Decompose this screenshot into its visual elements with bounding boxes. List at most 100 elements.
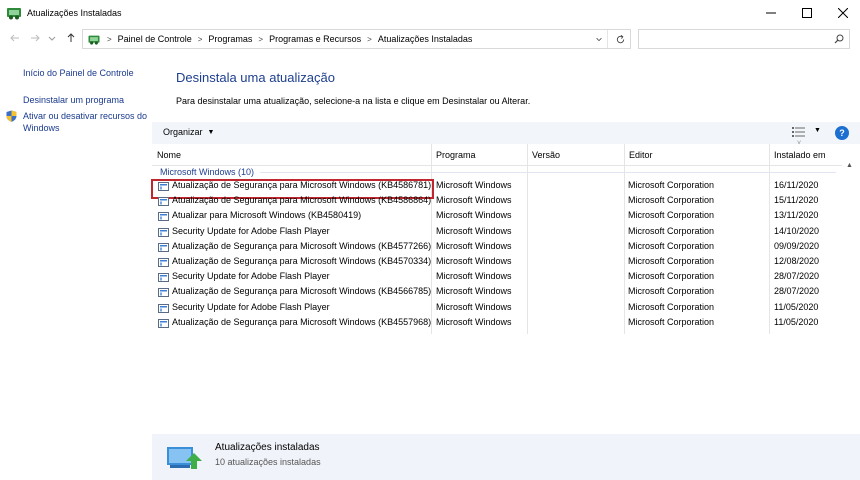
update-name: Atualizar para Microsoft Windows (KB4580… [172, 210, 362, 221]
scroll-up-icon[interactable]: ▲ [846, 162, 853, 169]
update-publisher: Microsoft Corporation [628, 316, 715, 327]
uninstall-program-link[interactable]: Desinstalar um programa [23, 94, 124, 106]
details-view-icon[interactable] [792, 126, 806, 138]
column-header-program[interactable]: Programa [431, 144, 527, 166]
update-installed-date: 09/09/2020 [774, 240, 820, 251]
breadcrumb-separator: > [197, 34, 203, 44]
list-item[interactable]: Atualização de Segurança para Microsoft … [152, 255, 842, 270]
list-item[interactable]: Security Update for Adobe Flash Player Mi… [152, 270, 842, 285]
list-item[interactable]: Atualização de Segurança para Microsoft … [152, 316, 842, 331]
view-options-caret-icon[interactable]: ▼ [814, 127, 821, 134]
address-bar[interactable]: > Painel de Controle > Programas > Progr… [82, 29, 631, 49]
group-header[interactable]: Microsoft Windows (10) [160, 165, 840, 179]
task-pane: Início do Painel de Controle Desinstalar… [0, 52, 152, 480]
list-item[interactable]: Security Update for Adobe Flash Player Mi… [152, 225, 842, 240]
breadcrumb-separator: > [367, 34, 372, 44]
update-name: Atualização de Segurança para Microsoft … [172, 255, 432, 266]
update-name: Atualização de Segurança para Microsoft … [172, 286, 432, 297]
windows-features-link[interactable]: Ativar ou desativar recursos do Windows [23, 110, 148, 134]
update-program: Microsoft Windows [436, 240, 512, 251]
updates-list: Atualização de Segurança para Microsoft … [151, 179, 842, 331]
refresh-icon [616, 34, 624, 43]
arrow-up-icon [67, 33, 75, 42]
update-installed-date: 28/07/2020 [774, 286, 820, 297]
maximize-button[interactable] [790, 0, 824, 26]
group-label: Microsoft Windows (10) [160, 167, 255, 177]
list-item[interactable]: Atualização de Segurança para Microsoft … [152, 240, 842, 255]
update-name: Security Update for Adobe Flash Player [172, 225, 330, 236]
breadcrumb-control-panel[interactable]: Painel de Controle [118, 34, 192, 44]
address-row: > Painel de Controle > Programas > Progr… [0, 26, 860, 52]
list-item[interactable]: Security Update for Adobe Flash Player Mi… [152, 301, 842, 316]
back-button[interactable] [8, 31, 22, 45]
update-installed-date: 11/05/2020 [774, 301, 819, 312]
divider [607, 30, 608, 48]
details-title: Atualizações instaladas [215, 442, 320, 453]
forward-button[interactable] [28, 31, 42, 45]
minimize-button[interactable] [754, 0, 788, 26]
column-header-publisher[interactable]: Editor [624, 144, 769, 166]
update-package-icon [158, 303, 169, 313]
update-installed-date: 12/08/2020 [774, 255, 820, 266]
update-publisher: Microsoft Corporation [628, 225, 715, 236]
update-installed-date: 28/07/2020 [774, 271, 820, 282]
chevron-down-icon [48, 36, 56, 41]
update-program: Microsoft Windows [436, 301, 512, 312]
update-name: Atualização de Segurança para Microsoft … [172, 195, 432, 206]
close-icon [838, 8, 848, 18]
help-button[interactable]: ? [835, 126, 849, 140]
search-box[interactable] [638, 29, 850, 49]
update-name: Security Update for Adobe Flash Player [172, 301, 330, 312]
command-bar: Organizar ▼ ▼ ? [152, 122, 860, 144]
arrow-left-icon [10, 34, 19, 42]
chevron-down-icon [596, 37, 602, 42]
address-dropdown-button[interactable] [594, 34, 604, 44]
list-item[interactable]: Atualização de Segurança para Microsoft … [152, 194, 842, 209]
column-header-version[interactable]: Versão [527, 144, 624, 166]
update-program: Microsoft Windows [436, 255, 512, 266]
details-pane: Atualizações instaladas 10 atualizações … [152, 434, 860, 480]
window-title: Atualizações Instaladas [27, 8, 122, 18]
page-description: Para desinstalar uma atualização, seleci… [176, 96, 531, 106]
list-item[interactable]: Atualização de Segurança para Microsoft … [152, 285, 842, 300]
group-divider [260, 171, 836, 173]
control-panel-icon [88, 35, 100, 45]
breadcrumb-programs[interactable]: Programas [208, 34, 252, 44]
search-icon[interactable] [834, 34, 844, 44]
uac-shield-icon [6, 110, 17, 122]
search-input[interactable] [645, 30, 825, 48]
list-item[interactable]: Atualizar para Microsoft Windows (KB4580… [152, 209, 842, 224]
breadcrumb-programs-features[interactable]: Programas e Recursos [269, 34, 361, 44]
title-bar: Atualizações Instaladas [0, 0, 860, 26]
vertical-scrollbar[interactable]: ▲ [842, 162, 860, 434]
installed-updates-icon [167, 447, 202, 469]
column-header-installed-on[interactable]: Instalado em [769, 144, 842, 166]
minimize-icon [766, 12, 776, 14]
update-program: Microsoft Windows [436, 271, 512, 282]
update-installed-date: 14/10/2020 [774, 225, 820, 236]
recent-locations-button[interactable] [47, 31, 57, 45]
update-installed-date: 13/11/2020 [774, 210, 819, 221]
up-button[interactable] [64, 31, 78, 45]
list-item[interactable]: Atualização de Segurança para Microsoft … [151, 179, 842, 200]
update-package-icon [158, 318, 169, 328]
update-program: Microsoft Windows [436, 286, 512, 297]
update-package-icon [158, 182, 169, 191]
update-name: Security Update for Adobe Flash Player [172, 271, 330, 282]
update-installed-date: 15/11/2020 [774, 195, 819, 206]
organize-button[interactable]: Organizar ▼ [163, 127, 214, 137]
update-publisher: Microsoft Corporation [628, 271, 715, 282]
close-button[interactable] [826, 0, 860, 26]
control-panel-home-link[interactable]: Início do Painel de Controle [23, 67, 134, 79]
update-package-icon [158, 197, 169, 207]
breadcrumb-installed-updates[interactable]: Atualizações Instaladas [378, 34, 473, 44]
update-package-icon [158, 273, 169, 283]
update-publisher: Microsoft Corporation [628, 180, 715, 190]
update-package-icon [158, 288, 169, 298]
refresh-button[interactable] [614, 33, 626, 45]
maximize-icon [802, 8, 812, 18]
breadcrumb-separator: > [258, 34, 264, 44]
update-installed-date: 11/05/2020 [774, 316, 819, 327]
column-header-name[interactable]: Nome [152, 144, 432, 166]
update-name: Atualização de Segurança para Microsoft … [172, 316, 432, 327]
